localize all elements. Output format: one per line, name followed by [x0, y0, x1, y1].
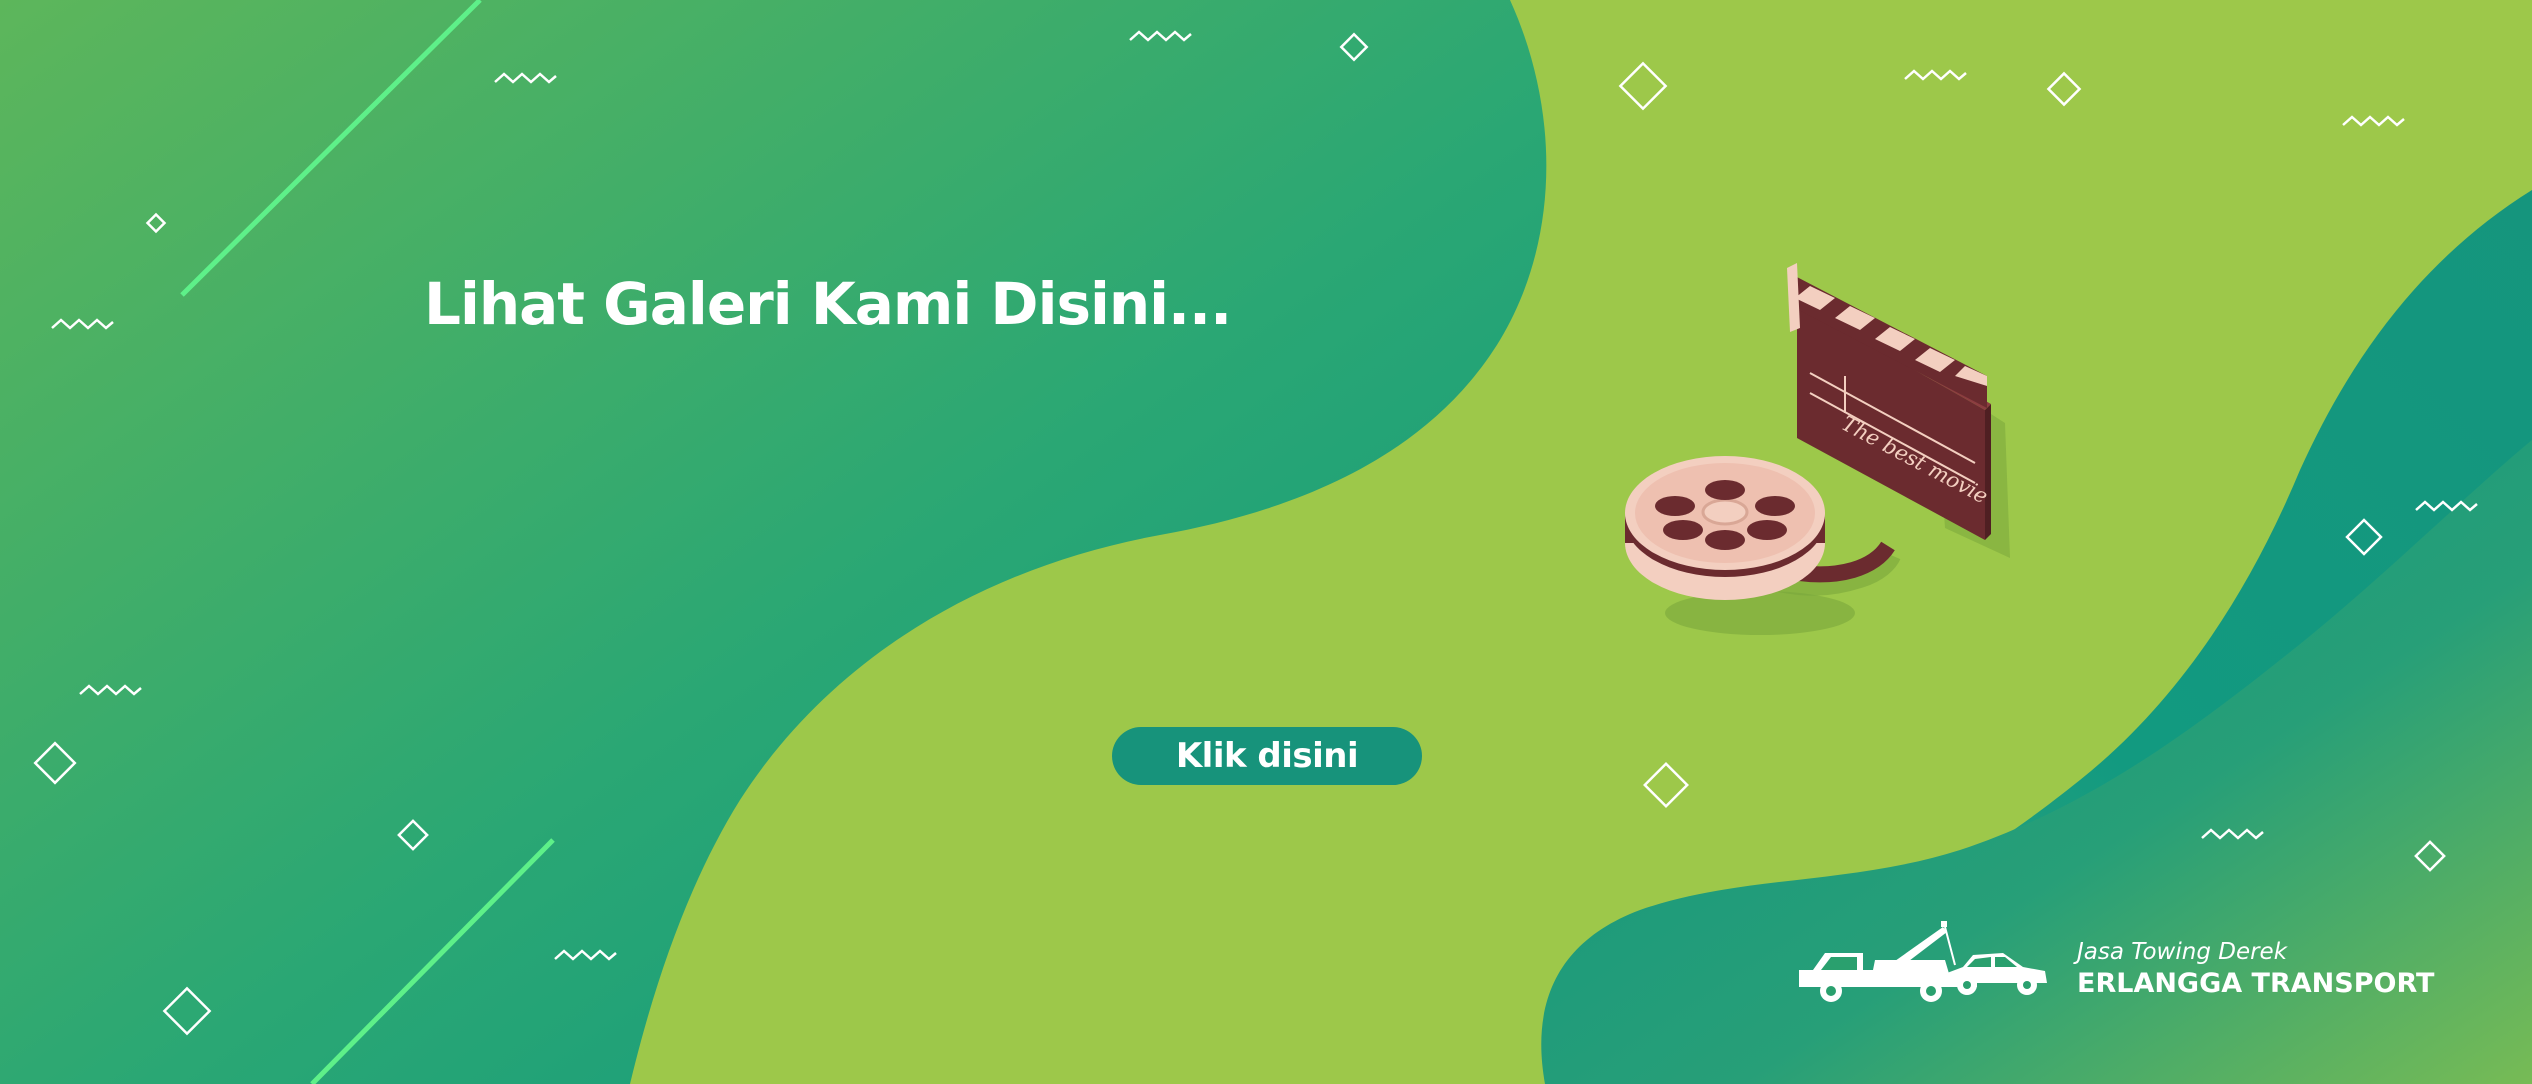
gallery-cta-button[interactable]: Klik disini [1112, 727, 1422, 785]
movie-illustration: The best movie [1615, 258, 2035, 648]
page-headline: Lihat Galeri Kami Disini... [424, 270, 1232, 338]
background-artwork [0, 0, 2532, 1084]
brand-tagline: Jasa Towing Derek [2077, 939, 2288, 965]
brand-name: ERLANGGA TRANSPORT [2077, 968, 2435, 999]
film-reel-icon [1625, 456, 1825, 600]
tow-truck-icon [1799, 921, 2047, 1002]
